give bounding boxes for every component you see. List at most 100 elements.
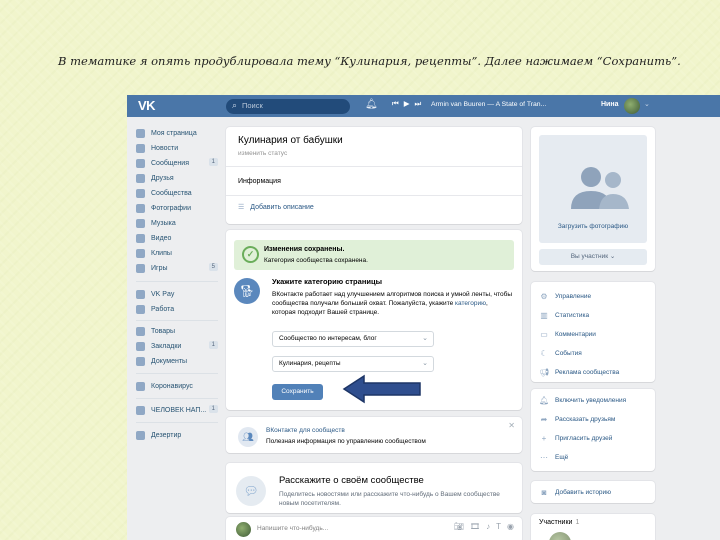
menu-item-label: Управление <box>555 292 592 300</box>
sidebar-item-corona[interactable]: Коронавирус <box>136 380 218 392</box>
save-button[interactable]: Сохранить <box>272 384 323 400</box>
play-icon[interactable]: ▶︎ <box>404 99 410 109</box>
sidebar-item-games[interactable]: Игры 5 <box>136 262 218 274</box>
members-card: Участники 1 <box>531 514 655 540</box>
menu-item-label: Комментарии <box>555 330 596 338</box>
success-notice: ✓ Изменения сохранены. Категория сообщес… <box>234 240 514 270</box>
docs-icon <box>136 356 145 366</box>
menu-item-invite[interactable]: + Пригласить друзей <box>539 432 613 444</box>
sidebar-item-label: Моя страница <box>151 129 197 137</box>
menu-item-ads[interactable]: 📢︎ Реклама сообщества <box>539 366 619 378</box>
sidebar-item-clips[interactable]: Клипы <box>136 247 218 259</box>
avatar[interactable] <box>549 532 571 540</box>
tell-title: Расскажите о своём сообществе <box>279 475 424 486</box>
sidebar-item-my-page[interactable]: Моя страница <box>136 127 218 139</box>
sidebar-item-group[interactable]: ЧЕЛОВЕК НАП... 1 <box>136 404 218 416</box>
sidebar-item-messages[interactable]: Сообщения 1 <box>136 157 218 169</box>
add-description-link[interactable]: ☰ Добавить описание <box>238 203 314 211</box>
prev-icon[interactable]: ⏮︎ <box>392 99 399 109</box>
next-icon[interactable]: ⏭︎ <box>415 99 422 109</box>
tell-card: 💬︎ Расскажите о своём сообществе Поделит… <box>226 463 522 513</box>
counter-badge: 5 <box>208 263 218 271</box>
search-input[interactable]: ⌕ Поиск <box>226 99 350 114</box>
sidebar-item-news[interactable]: Новости <box>136 142 218 154</box>
sidebar-item-label: Сообщения <box>151 159 189 167</box>
sidebar-item-photos[interactable]: Фотографии <box>136 202 218 214</box>
games-icon <box>136 263 145 273</box>
menu-item-comments[interactable]: ▭ Комментарии <box>539 328 596 340</box>
sidebar-item-work[interactable]: Работа <box>136 303 218 315</box>
subcategory-select-value: Кулинария, рецепты <box>279 360 341 367</box>
sidebar-item-label: Музыка <box>151 219 176 227</box>
sidebar-item-label: Документы <box>151 357 188 365</box>
goods-icon <box>136 326 145 336</box>
menu-divider <box>136 281 218 282</box>
post-composer[interactable]: Напишите что-нибудь... 📷︎ 🎞︎ ♪ T ◉ <box>226 517 522 540</box>
add-story-button[interactable]: ◙ Добавить историю <box>539 486 611 498</box>
counter-badge: 1 <box>208 405 218 413</box>
subcategory-select[interactable]: Кулинария, рецепты ⌄ <box>272 356 434 372</box>
category-link[interactable]: категорию <box>455 300 486 307</box>
sidebar-item-friends[interactable]: Друзья <box>136 172 218 184</box>
menu-item-manage[interactable]: ⚙︎ Управление <box>539 290 591 302</box>
sidebar-item-label: Клипы <box>151 249 172 257</box>
vk-logo[interactable]: VK <box>138 98 156 113</box>
post-input[interactable]: Напишите что-нибудь... <box>257 525 328 532</box>
app-icon <box>136 430 145 440</box>
cover-card: Загрузить фотографию Вы участник ⌄ <box>531 127 655 271</box>
menu-item-label: Пригласить друзей <box>555 434 613 442</box>
menu-item-stats[interactable]: ▥ Статистика <box>539 309 589 321</box>
sidebar-item-goods[interactable]: Товары <box>136 325 218 337</box>
close-icon[interactable]: ✕ <box>508 421 515 430</box>
category-select[interactable]: Сообщество по интересам, блог ⌄ <box>272 331 434 347</box>
menu-item-more[interactable]: ⋯ Ещё <box>539 451 568 463</box>
menu-divider <box>136 320 218 321</box>
sidebar-item-label: Сообщества <box>151 189 192 197</box>
music-icon[interactable]: ♪ <box>486 522 490 531</box>
chevron-down-icon: ⌄ <box>422 360 428 367</box>
upload-photo-link[interactable]: Загрузить фотографию <box>531 223 655 230</box>
dog-mascot-icon: 🐕︎ <box>234 278 260 304</box>
sidebar-item-label: Фотографии <box>151 204 192 212</box>
status-link[interactable]: изменить статус <box>238 150 287 157</box>
page-title[interactable]: Кулинария от бабушки <box>238 135 343 146</box>
text-lines-icon: ☰ <box>238 204 245 211</box>
share-icon: ➦ <box>540 414 548 424</box>
menu-item-share[interactable]: ➦ Рассказать друзьям <box>539 413 616 425</box>
gear-icon: ⚙︎ <box>540 291 548 301</box>
sidebar-item-groups[interactable]: Сообщества <box>136 187 218 199</box>
menu-item-notifications[interactable]: 🔔︎ Включить уведомления <box>539 394 626 406</box>
camera-icon <box>136 203 145 213</box>
vk-communities-desc: Полезная информация по управлению сообще… <box>266 438 426 445</box>
track-title[interactable]: Armin van Buuren — A State of Tran... <box>431 101 546 108</box>
user-name[interactable]: Нина <box>601 101 618 108</box>
stats-icon: ▥ <box>540 310 548 320</box>
user-icon <box>136 128 145 138</box>
friends-icon <box>136 173 145 183</box>
sidebar-item-docs[interactable]: Документы <box>136 355 218 367</box>
tell-description: Поделитесь новостями или расскажите что-… <box>279 491 500 507</box>
text-icon[interactable]: T <box>496 522 501 531</box>
sidebar-item-label: Игры <box>151 264 168 272</box>
category-select-value: Сообщество по интересам, блог <box>279 335 377 342</box>
sidebar-item-bookmarks[interactable]: Закладки 1 <box>136 340 218 352</box>
sidebar-item-vkpay[interactable]: VK Pay <box>136 288 218 300</box>
menu-item-events[interactable]: ☾ События <box>539 347 581 359</box>
camera-icon[interactable]: 📷︎ <box>454 522 464 531</box>
vk-communities-title[interactable]: ВКонтакте для сообществ <box>266 427 345 434</box>
members-title[interactable]: Участники 1 <box>539 519 579 526</box>
instagram-icon: ◙ <box>541 487 547 497</box>
member-button[interactable]: Вы участник ⌄ <box>539 249 647 265</box>
message-icon <box>136 158 145 168</box>
film-icon[interactable]: 🎞︎ <box>470 522 480 531</box>
color-icon[interactable]: ◉ <box>507 522 514 531</box>
divider <box>226 166 522 167</box>
sidebar-item-video[interactable]: Видео <box>136 232 218 244</box>
sidebar-item-app[interactable]: Дезертир <box>136 429 218 441</box>
sidebar-item-music[interactable]: Музыка <box>136 217 218 229</box>
people-icon <box>571 167 629 209</box>
avatar[interactable] <box>624 98 640 114</box>
bell-icon[interactable]: 🔔︎ <box>365 99 378 110</box>
chevron-down-icon[interactable]: ⌄ <box>644 100 650 108</box>
success-title: Изменения сохранены. <box>264 246 345 253</box>
